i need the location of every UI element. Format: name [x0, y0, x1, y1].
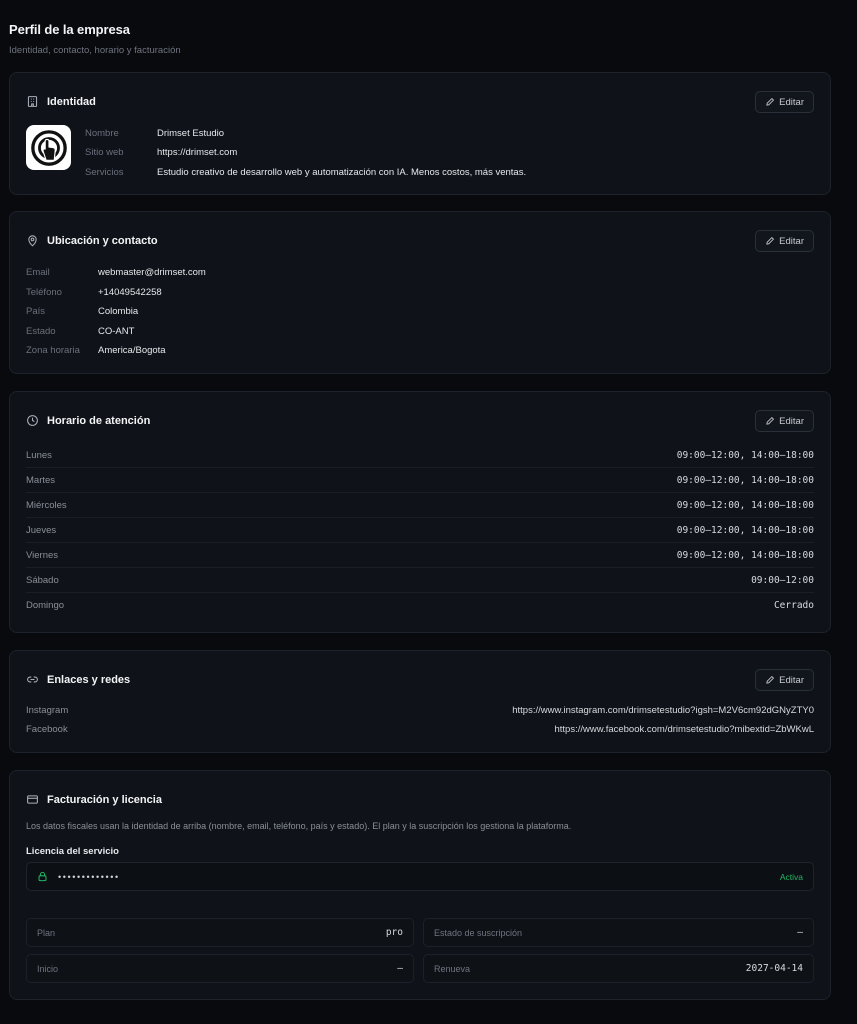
license-label: Licencia del servicio [26, 846, 119, 857]
links-edit-button[interactable]: Editar [755, 669, 814, 691]
facebook-link[interactable]: https://www.facebook.com/drimsetestudio?… [554, 724, 814, 738]
page-subtitle: Identidad, contacto, horario y facturaci… [9, 45, 181, 56]
pencil-icon [766, 675, 775, 684]
building-icon [27, 96, 38, 107]
billing-title: Facturación y licencia [47, 793, 162, 806]
identity-card: Identidad Editar Nombre Drimset Estudio … [9, 72, 831, 195]
edit-label: Editar [779, 235, 804, 247]
links-card: Enlaces y redes Editar Instagram https:/… [9, 650, 831, 753]
contact-row-state: Estado CO-ANT [26, 326, 135, 337]
link-row-instagram: Instagram https://www.instagram.com/drim… [26, 705, 814, 719]
license-field[interactable]: ••••••••••••• Activa [26, 862, 814, 891]
instagram-link[interactable]: https://www.instagram.com/drimsetestudio… [512, 705, 814, 719]
contact-row-timezone: Zona horaria America/Bogota [26, 345, 166, 356]
link-icon [27, 676, 38, 683]
map-pin-icon [28, 235, 37, 247]
contact-row-email: Email webmaster@drimset.com [26, 267, 206, 278]
edit-label: Editar [779, 96, 804, 108]
hours-row: Viernes 09:00–12:00, 14:00–18:00 [26, 543, 814, 568]
contact-card: Ubicación y contacto Editar Email webmas… [9, 211, 831, 374]
plan-field: Plan pro [26, 918, 414, 947]
hours-row: Miércoles 09:00–12:00, 14:00–18:00 [26, 493, 814, 518]
contact-row-phone: Teléfono +14049542258 [26, 287, 162, 298]
drimset-logo [26, 125, 71, 170]
hours-edit-button[interactable]: Editar [755, 410, 814, 432]
identity-row-website: Sitio web https://drimset.com [85, 147, 238, 158]
contact-row-country: País Colombia [26, 306, 139, 317]
subscription-status-field: Estado de suscripción — [423, 918, 814, 947]
credit-card-icon [27, 795, 38, 804]
billing-card: Facturación y licencia Los datos fiscale… [9, 770, 831, 1000]
lock-icon [38, 871, 47, 882]
billing-note: Los datos fiscales usan la identidad de … [26, 821, 572, 831]
hours-row: Lunes 09:00–12:00, 14:00–18:00 [26, 443, 814, 468]
pencil-icon [766, 97, 775, 106]
pencil-icon [766, 236, 775, 245]
logo-mark [30, 129, 67, 166]
hours-row: Sábado 09:00–12:00 [26, 568, 814, 593]
identity-title: Identidad [47, 95, 96, 108]
page-title: Perfil de la empresa [9, 22, 130, 37]
contact-edit-button[interactable]: Editar [755, 230, 814, 252]
license-key-masked: ••••••••••••• [58, 871, 120, 882]
page-header: Perfil de la empresa Identidad, contacto… [9, 22, 181, 56]
identity-row-services: Servicios Estudio creativo de desarrollo… [85, 167, 527, 178]
link-row-facebook: Facebook https://www.facebook.com/drimse… [26, 724, 814, 738]
links-title: Enlaces y redes [47, 673, 131, 686]
contact-title: Ubicación y contacto [47, 234, 158, 247]
identity-card-header: Identidad Editar [26, 91, 814, 113]
identity-row-name: Nombre Drimset Estudio [85, 128, 225, 139]
hours-row: Martes 09:00–12:00, 14:00–18:00 [26, 468, 814, 493]
identity-edit-button[interactable]: Editar [755, 91, 814, 113]
pencil-icon [766, 416, 775, 425]
hours-title: Horario de atención [47, 414, 151, 427]
hours-card-header: Horario de atención Editar [26, 410, 814, 432]
renew-date-field: Renueva 2027-04-14 [423, 954, 814, 983]
start-date-field: Inicio — [26, 954, 414, 983]
edit-label: Editar [779, 674, 804, 686]
edit-label: Editar [779, 415, 804, 427]
clock-icon [27, 415, 38, 426]
billing-card-header: Facturación y licencia [26, 789, 814, 811]
contact-card-header: Ubicación y contacto Editar [26, 230, 814, 252]
license-status-badge: Activa [779, 871, 803, 882]
links-card-header: Enlaces y redes Editar [26, 669, 814, 691]
hours-row: Jueves 09:00–12:00, 14:00–18:00 [26, 518, 814, 543]
hours-card: Horario de atención Editar Lunes 09:00–1… [9, 391, 831, 633]
hours-row: Domingo Cerrado [26, 600, 814, 611]
